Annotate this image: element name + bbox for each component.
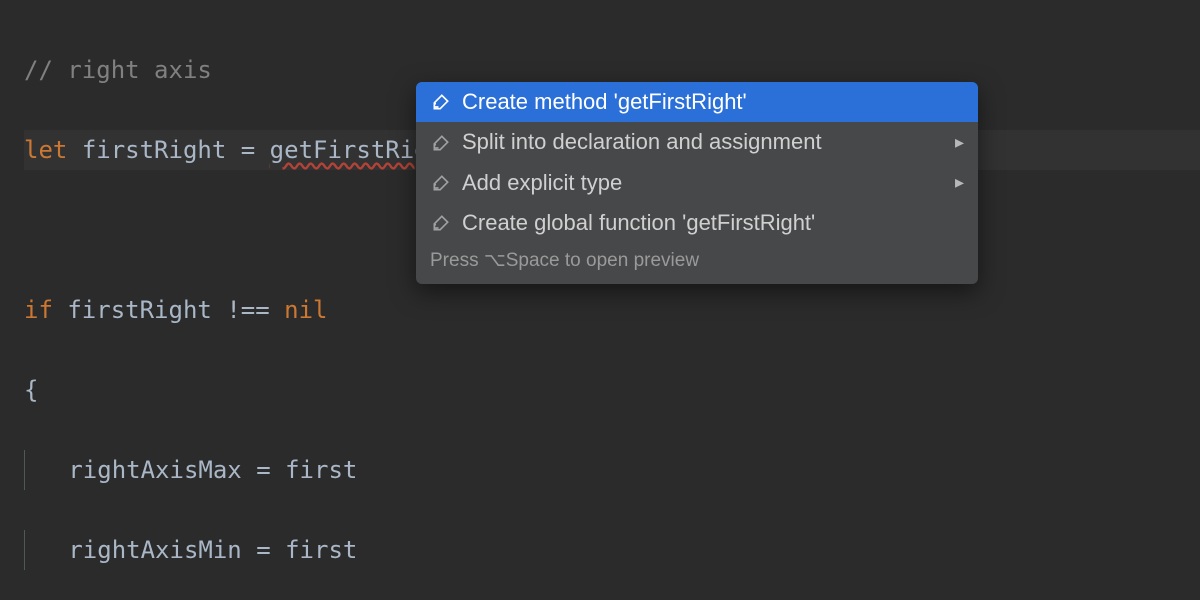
pencil-icon — [430, 212, 452, 234]
chevron-right-icon: ▸ — [955, 132, 964, 154]
operator: = — [241, 136, 255, 164]
intention-action-item[interactable]: Split into declaration and assignment ▸ — [416, 122, 978, 162]
pencil-icon — [430, 132, 452, 154]
intention-action-item[interactable]: Create global function 'getFirstRight' — [416, 203, 978, 243]
code-line: rightAxisMin = first — [24, 530, 1200, 570]
brace-open: { — [24, 376, 38, 404]
comment: // right axis — [24, 56, 212, 84]
intention-actions-popup[interactable]: Create method 'getFirstRight' Split into… — [416, 82, 978, 284]
popup-hint: Press ⌥Space to open preview — [416, 244, 978, 281]
pencil-icon — [430, 172, 452, 194]
intention-action-label: Create global function 'getFirstRight' — [462, 210, 964, 236]
code-line: { — [24, 370, 1200, 410]
code-line: if firstRight !== nil — [24, 290, 1200, 330]
intention-action-item[interactable]: Create method 'getFirstRight' — [416, 82, 978, 122]
pencil-icon — [430, 91, 452, 113]
keyword-let: let — [24, 136, 67, 164]
intention-action-label: Split into declaration and assignment — [462, 129, 945, 155]
intention-action-label: Create method 'getFirstRight' — [462, 89, 964, 115]
keyword-if: if — [24, 296, 53, 324]
code-line: rightAxisMax = first — [24, 450, 1200, 490]
identifier: firstRight — [82, 136, 227, 164]
keyword-nil: nil — [284, 296, 327, 324]
intention-action-label: Add explicit type — [462, 170, 945, 196]
chevron-right-icon: ▸ — [955, 172, 964, 194]
intention-action-item[interactable]: Add explicit type ▸ — [416, 163, 978, 203]
